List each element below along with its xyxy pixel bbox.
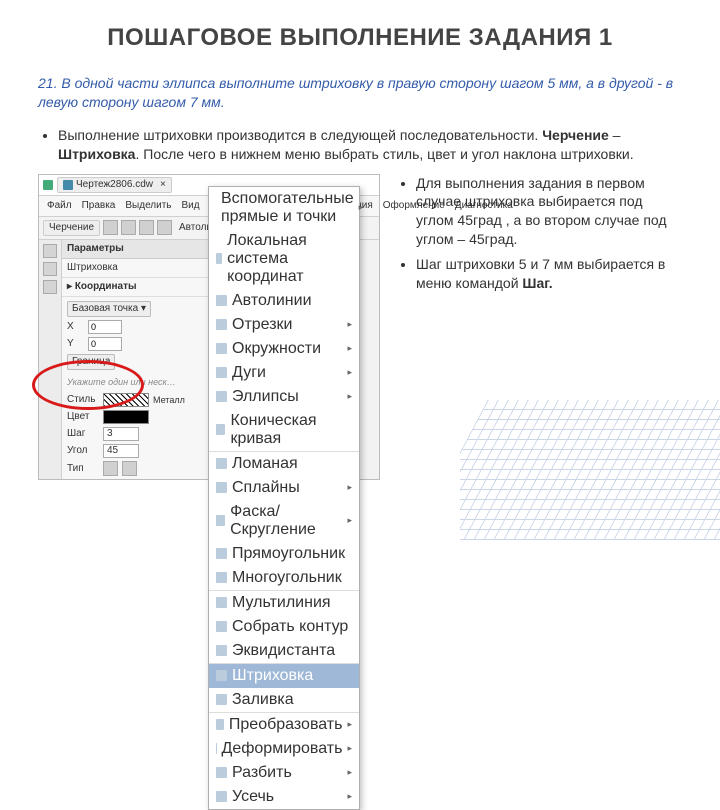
menu-item[interactable]: Мультилиния bbox=[209, 591, 359, 615]
side-icon[interactable] bbox=[43, 244, 57, 258]
angle-input[interactable]: 45 bbox=[103, 444, 139, 458]
menu-item[interactable]: Фаска/Скругление bbox=[209, 500, 359, 542]
type-icon[interactable] bbox=[122, 461, 137, 476]
step-list: Выполнение штриховки производится в след… bbox=[38, 126, 682, 164]
panel-object: Штриховка bbox=[62, 259, 210, 278]
menu-item[interactable]: Заливка bbox=[209, 688, 359, 712]
base-point[interactable]: Базовая точка ▾ bbox=[67, 301, 205, 317]
menu-item[interactable]: Автолинии bbox=[209, 289, 359, 313]
tool-icon[interactable] bbox=[157, 220, 172, 235]
menu-item[interactable]: Многоугольник bbox=[209, 566, 359, 590]
step-1: Выполнение штриховки производится в след… bbox=[58, 126, 682, 164]
menu-item[interactable]: Сплайны bbox=[209, 476, 359, 500]
tool-icon[interactable] bbox=[103, 220, 118, 235]
right-list: Для выполнения задания в первом случае ш… bbox=[396, 174, 682, 293]
task-text: 21. В одной части эллипса выполните штри… bbox=[38, 74, 682, 112]
side-icon[interactable] bbox=[43, 280, 57, 294]
style-swatch[interactable] bbox=[103, 393, 149, 407]
right-item-2: Шаг штриховки 5 и 7 мм выбирается в меню… bbox=[416, 255, 682, 293]
menu-item[interactable]: Деформировать bbox=[209, 737, 359, 761]
screenshot: Чертеж2806.cdw× ФайлПравкаВыделитьВидВст… bbox=[38, 174, 378, 481]
menu-item[interactable]: Эллипсы bbox=[209, 385, 359, 409]
x-input[interactable] bbox=[88, 320, 122, 334]
menu-item[interactable]: Вспомогательные прямые и точки bbox=[209, 187, 359, 229]
menu-item[interactable]: Эквидистанта bbox=[209, 639, 359, 663]
menu-item[interactable]: Прямоугольник bbox=[209, 542, 359, 566]
menu-item[interactable]: Ломаная bbox=[209, 452, 359, 476]
page-title: ПОШАГОВОЕ ВЫПОЛНЕНИЕ ЗАДАНИЯ 1 bbox=[38, 24, 682, 52]
angle-label: Угол bbox=[67, 445, 99, 457]
mode-tab[interactable]: Черчение bbox=[43, 220, 100, 236]
menu-выделить[interactable]: Выделить bbox=[121, 198, 175, 214]
menu-правка[interactable]: Правка bbox=[78, 198, 120, 214]
panel-header: Параметры bbox=[62, 240, 210, 259]
properties-panel: Параметры Штриховка ▸ Координаты Базовая… bbox=[62, 240, 211, 480]
menu-item[interactable]: Отрезки bbox=[209, 313, 359, 337]
drawing-menu-dropdown: Вспомогательные прямые и точкиЛокальная … bbox=[208, 186, 360, 810]
color-label: Цвет bbox=[67, 411, 99, 423]
doc-tab[interactable]: Чертеж2806.cdw× bbox=[57, 177, 172, 193]
sidebar bbox=[39, 240, 62, 480]
menu-item[interactable]: Собрать контур bbox=[209, 615, 359, 639]
y-label: Y bbox=[67, 338, 85, 350]
hint: Укажите один или неск… bbox=[62, 374, 210, 391]
coord-header: ▸ Координаты bbox=[62, 278, 210, 297]
menu-item[interactable]: Разбить bbox=[209, 761, 359, 785]
menu-item[interactable]: Локальная система координат bbox=[209, 229, 359, 289]
style-value: Металл bbox=[153, 395, 185, 406]
menu-item[interactable]: Дуги bbox=[209, 361, 359, 385]
x-label: X bbox=[67, 321, 85, 333]
menu-item[interactable]: Окружности bbox=[209, 337, 359, 361]
step-label: Шаг bbox=[67, 428, 99, 440]
type-label: Тип bbox=[67, 463, 99, 475]
tool-icon[interactable] bbox=[121, 220, 136, 235]
menu-item[interactable]: Преобразовать bbox=[209, 713, 359, 737]
side-icon[interactable] bbox=[43, 262, 57, 276]
app-icon bbox=[43, 180, 53, 190]
style-label: Стиль bbox=[67, 394, 99, 406]
menu-item[interactable]: Штриховка bbox=[209, 664, 359, 688]
color-swatch[interactable] bbox=[103, 410, 149, 424]
y-input[interactable] bbox=[88, 337, 122, 351]
boundary-button[interactable]: Граница bbox=[67, 354, 115, 370]
menu-item[interactable]: Коническая кривая bbox=[209, 409, 359, 451]
menu-оформление[interactable]: Оформление bbox=[379, 198, 449, 214]
tool-icon[interactable] bbox=[139, 220, 154, 235]
decorative-corner bbox=[460, 400, 720, 540]
menu-item[interactable]: Усечь bbox=[209, 785, 359, 809]
menu-файл[interactable]: Файл bbox=[43, 198, 76, 214]
menu-вид[interactable]: Вид bbox=[178, 198, 204, 214]
step-input[interactable]: 3 bbox=[103, 427, 139, 441]
menu-диагностика[interactable]: Диагностика bbox=[451, 198, 517, 214]
type-icon[interactable] bbox=[103, 461, 118, 476]
